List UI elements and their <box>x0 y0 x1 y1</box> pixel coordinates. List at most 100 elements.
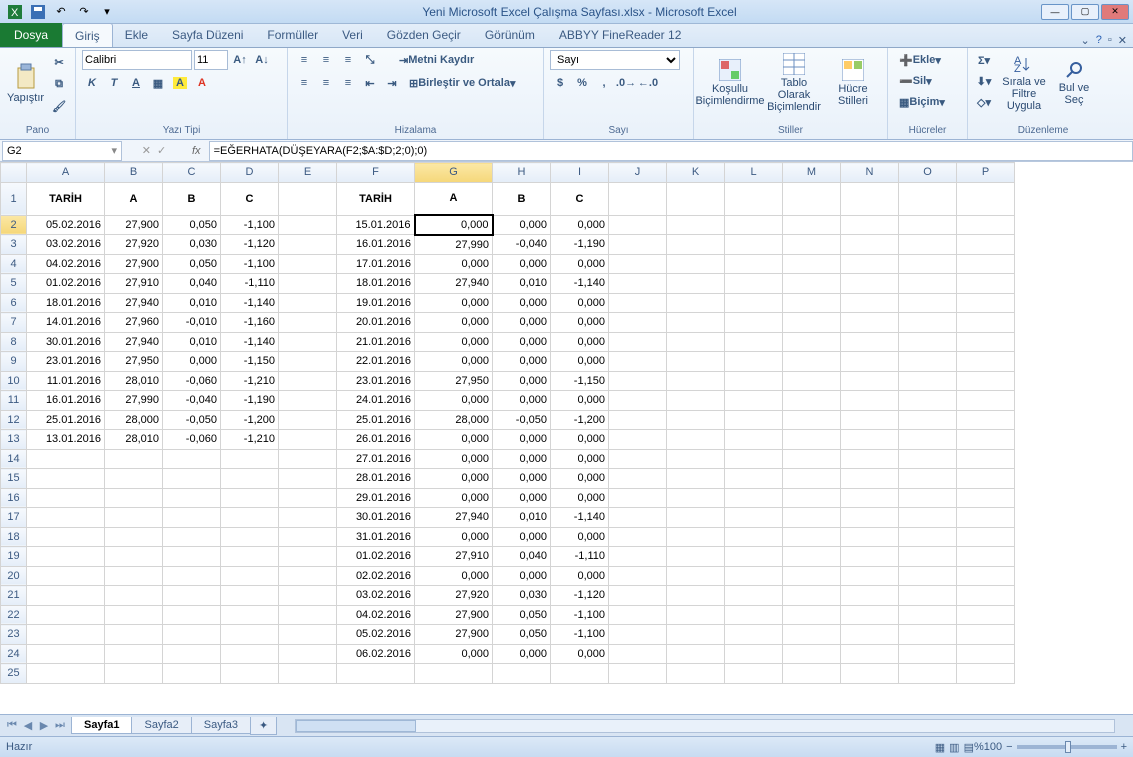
cell-H23[interactable]: 0,050 <box>493 625 551 645</box>
worksheet-grid[interactable]: ABCDEFGHIJKLMNOP1TARİHABCTARİHABC205.02.… <box>0 162 1133 714</box>
row-header-18[interactable]: 18 <box>1 527 27 547</box>
cell-B2[interactable]: 27,900 <box>105 215 163 235</box>
row-header-12[interactable]: 12 <box>1 410 27 430</box>
cell-P18[interactable] <box>957 527 1015 547</box>
cell-H3[interactable]: -0,040 <box>493 235 551 255</box>
cell-G25[interactable] <box>415 664 493 684</box>
formulas-tab[interactable]: Formüller <box>255 23 330 47</box>
qat-dropdown-icon[interactable]: ▾ <box>96 2 118 22</box>
cell-I21[interactable]: -1,120 <box>551 586 609 606</box>
cell-P11[interactable] <box>957 391 1015 411</box>
cell-H1[interactable]: B <box>493 182 551 215</box>
cell-J1[interactable] <box>609 182 667 215</box>
format-as-table-button[interactable]: Tablo Olarak Biçimlendir <box>764 50 824 116</box>
cell-A13[interactable]: 13.01.2016 <box>27 430 105 450</box>
cell-F19[interactable]: 01.02.2016 <box>337 547 415 567</box>
border-icon[interactable]: ▦ <box>148 73 168 93</box>
increase-font-icon[interactable]: A↑ <box>230 50 250 70</box>
cell-L24[interactable] <box>725 644 783 664</box>
cell-N25[interactable] <box>841 664 899 684</box>
cell-M12[interactable] <box>783 410 841 430</box>
cell-E10[interactable] <box>279 371 337 391</box>
cell-H17[interactable]: 0,010 <box>493 508 551 528</box>
insert-tab[interactable]: Ekle <box>113 23 160 47</box>
cell-O2[interactable] <box>899 215 957 235</box>
cell-N16[interactable] <box>841 488 899 508</box>
cell-C5[interactable]: 0,040 <box>163 274 221 294</box>
cell-O15[interactable] <box>899 469 957 489</box>
currency-icon[interactable]: $ <box>550 73 570 93</box>
cell-D7[interactable]: -1,160 <box>221 313 279 333</box>
cell-E15[interactable] <box>279 469 337 489</box>
cell-D15[interactable] <box>221 469 279 489</box>
cell-B8[interactable]: 27,940 <box>105 332 163 352</box>
excel-icon[interactable]: X <box>4 2 26 22</box>
cell-J2[interactable] <box>609 215 667 235</box>
cell-A21[interactable] <box>27 586 105 606</box>
cell-P14[interactable] <box>957 449 1015 469</box>
cell-K9[interactable] <box>667 352 725 372</box>
cell-L8[interactable] <box>725 332 783 352</box>
cell-J23[interactable] <box>609 625 667 645</box>
cell-G3[interactable]: 27,990 <box>415 235 493 255</box>
cell-O16[interactable] <box>899 488 957 508</box>
cell-I8[interactable]: 0,000 <box>551 332 609 352</box>
cell-H12[interactable]: -0,050 <box>493 410 551 430</box>
cell-J3[interactable] <box>609 235 667 255</box>
align-top-icon[interactable]: ≡ <box>294 50 314 70</box>
cell-G18[interactable]: 0,000 <box>415 527 493 547</box>
cell-J13[interactable] <box>609 430 667 450</box>
cell-F4[interactable]: 17.01.2016 <box>337 254 415 274</box>
cell-P2[interactable] <box>957 215 1015 235</box>
clear-icon[interactable]: ◇▾ <box>974 92 994 112</box>
view-normal-icon[interactable]: ▦ <box>935 741 945 754</box>
cell-I24[interactable]: 0,000 <box>551 644 609 664</box>
cell-G13[interactable]: 0,000 <box>415 430 493 450</box>
cell-F2[interactable]: 15.01.2016 <box>337 215 415 235</box>
cell-A22[interactable] <box>27 605 105 625</box>
cell-P17[interactable] <box>957 508 1015 528</box>
cell-J11[interactable] <box>609 391 667 411</box>
cell-A3[interactable]: 03.02.2016 <box>27 235 105 255</box>
cell-C3[interactable]: 0,030 <box>163 235 221 255</box>
align-middle-icon[interactable]: ≡ <box>316 50 336 70</box>
cell-A2[interactable]: 05.02.2016 <box>27 215 105 235</box>
cell-E12[interactable] <box>279 410 337 430</box>
cell-I15[interactable]: 0,000 <box>551 469 609 489</box>
cell-K17[interactable] <box>667 508 725 528</box>
cell-F21[interactable]: 03.02.2016 <box>337 586 415 606</box>
cell-B23[interactable] <box>105 625 163 645</box>
cell-D20[interactable] <box>221 566 279 586</box>
cell-E18[interactable] <box>279 527 337 547</box>
cell-O1[interactable] <box>899 182 957 215</box>
cell-N17[interactable] <box>841 508 899 528</box>
cell-B3[interactable]: 27,920 <box>105 235 163 255</box>
cell-K15[interactable] <box>667 469 725 489</box>
cell-D16[interactable] <box>221 488 279 508</box>
cell-A18[interactable] <box>27 527 105 547</box>
cell-K5[interactable] <box>667 274 725 294</box>
cell-D13[interactable]: -1,210 <box>221 430 279 450</box>
paste-button[interactable]: Yapıştır <box>6 50 45 116</box>
cell-I25[interactable] <box>551 664 609 684</box>
window-close-icon[interactable]: ✕ <box>1118 34 1127 47</box>
cell-N23[interactable] <box>841 625 899 645</box>
cell-D5[interactable]: -1,110 <box>221 274 279 294</box>
fx-icon[interactable]: fx <box>184 145 209 157</box>
row-header-5[interactable]: 5 <box>1 274 27 294</box>
cell-J25[interactable] <box>609 664 667 684</box>
cell-L15[interactable] <box>725 469 783 489</box>
cell-L1[interactable] <box>725 182 783 215</box>
cell-O4[interactable] <box>899 254 957 274</box>
cell-D1[interactable]: C <box>221 182 279 215</box>
format-painter-icon[interactable]: 🖌 <box>49 96 69 116</box>
cell-O24[interactable] <box>899 644 957 664</box>
cell-L4[interactable] <box>725 254 783 274</box>
bold-button[interactable]: K <box>82 73 102 93</box>
review-tab[interactable]: Gözden Geçir <box>375 23 473 47</box>
cell-I9[interactable]: 0,000 <box>551 352 609 372</box>
cell-I16[interactable]: 0,000 <box>551 488 609 508</box>
cell-A19[interactable] <box>27 547 105 567</box>
cell-F14[interactable]: 27.01.2016 <box>337 449 415 469</box>
cell-D19[interactable] <box>221 547 279 567</box>
